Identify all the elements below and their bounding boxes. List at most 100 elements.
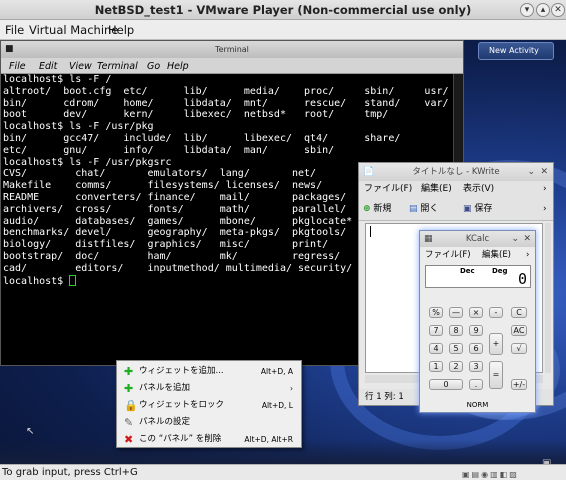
terminal-menu-view[interactable]: View [69,61,92,72]
key-5[interactable]: 5 [449,343,463,354]
kcalc-status: NORM [466,401,489,409]
key-all-clear[interactable]: AC [511,325,527,336]
kwrite-menu-view[interactable]: 表示(V) [463,181,494,197]
menu-item-panel-settings[interactable]: ✎ パネルの設定 [121,414,299,431]
key-negate[interactable]: +/- [511,379,527,390]
save-icon: ▣ [463,204,472,214]
plus-icon: ✚ [124,382,134,395]
open-folder-icon: ▤ [409,204,418,214]
kcalc-titlebar[interactable]: ▦ KCalc ⌄ ✕ [420,231,535,247]
key-decimal[interactable]: . [469,379,483,390]
key-8[interactable]: 8 [449,325,463,336]
kwrite-toolbar-overflow-icon[interactable]: › [543,197,547,221]
kwrite-title: タイトルなし - KWrite [412,167,500,177]
terminal-menu-edit[interactable]: Edit [39,61,57,72]
terminal-menu-file[interactable]: File [9,61,26,72]
key-1[interactable]: 1 [429,361,443,372]
new-document-icon: ⊕ [363,204,371,214]
terminal-menu-terminal[interactable]: Terminal [97,61,138,72]
key-divide[interactable]: — [449,307,463,318]
key-sqrt[interactable]: √ [511,343,527,354]
new-activity-button[interactable]: New Activity [478,42,554,60]
submenu-arrow-icon: › [290,384,293,393]
kcalc-app-icon[interactable]: ▦ [424,231,433,247]
key-4[interactable]: 4 [429,343,443,354]
kwrite-toolbar: ⊕ 新規 ▤ 開く ▣ 保存 › [359,197,553,221]
kwrite-app-icon[interactable]: 📄 [363,163,374,181]
menu-file[interactable]: File [5,23,24,37]
wrench-icon: ✎ [124,416,134,429]
minimize-button[interactable]: ▾ [520,3,534,17]
kcalc-window[interactable]: ▦ KCalc ⌄ ✕ ファイル(F) 編集(E) › Dec Deg 0 % … [419,230,536,413]
kwrite-save-button[interactable]: ▣ 保存 [463,197,492,221]
key-percent[interactable]: % [429,307,443,318]
kwrite-menu-overflow-icon[interactable]: › [543,181,547,197]
kwrite-menu-edit[interactable]: 編集(E) [421,181,452,197]
kwrite-menubar: ファイル(F) 編集(E) 表示(V) › [359,181,553,197]
host-statusbar: To grab input, press Ctrl+G ▣▤◉▥◧▨ [0,464,566,480]
angle-mode-label: Deg [492,267,508,275]
key-7[interactable]: 7 [429,325,443,336]
text-caret [370,226,371,237]
maximize-button[interactable]: ▴ [536,3,550,17]
kwrite-close-icon[interactable]: ✕ [540,163,548,181]
kwrite-vscrollbar[interactable] [545,223,551,373]
menu-item-lock-widgets[interactable]: 🔒 ウィジェットをロック Alt+D, L [121,397,299,414]
menu-virtual-machine[interactable]: Virtual Machine [29,23,118,37]
key-0[interactable]: 0 [429,379,463,390]
window-titlebar: NetBSD_test1 - VMware Player (Non-commer… [0,0,566,20]
plus-icon: ✚ [124,365,134,378]
terminal-menubar: File Edit View Terminal Go Help [1,58,463,74]
key-multiply[interactable]: × [469,307,483,318]
terminal-titlebar[interactable]: ■ Terminal [1,41,463,58]
delete-icon: ✖ [124,433,134,446]
kcalc-title: KCalc [465,234,490,244]
key-plus[interactable]: + [489,333,503,355]
terminal-line: bin/ cdrom/ home/ libdata/ mnt/ rescue/ … [3,97,449,109]
menu-item-remove-panel[interactable]: ✖ この “パネル” を削除 Alt+D, Alt+R [121,431,299,448]
cursor-position: 行 1 列: 1 [365,392,404,402]
kcalc-minimize-icon[interactable]: ⌄ [511,231,519,247]
key-equals[interactable]: = [489,361,503,389]
host-menubar: File Virtual Machine Help [0,20,566,40]
menu-help[interactable]: Help [108,23,134,37]
kcalc-display-value: 0 [517,270,527,288]
terminal-menu-go[interactable]: Go [147,61,160,72]
lock-icon: 🔒 [124,399,138,412]
terminal-line: etc/ gnu/ info/ libdata/ man/ sbin/ [3,144,335,156]
terminal-line: localhost$ ls -F /usr/pkg [3,121,154,133]
grab-input-hint: To grab input, press Ctrl+G [2,467,138,478]
key-2[interactable]: 2 [449,361,463,372]
kwrite-minimize-icon[interactable]: ⌄ [527,163,535,181]
terminal-line: bin/ gcc47/ include/ lib/ libexec/ qt4/ … [3,132,401,144]
key-9[interactable]: 9 [469,325,483,336]
menu-item-add-widgets[interactable]: ✚ ウィジェットを追加... Alt+D, A [121,363,299,380]
key-6[interactable]: 6 [469,343,483,354]
kwrite-new-button[interactable]: ⊕ 新規 [363,197,391,221]
terminal-cursor [69,274,77,286]
kwrite-menu-file[interactable]: ファイル(F) [364,181,412,197]
device-tray-icons[interactable]: ▣▤◉▥◧▨ [462,467,558,479]
kwrite-titlebar[interactable]: 📄 タイトルなし - KWrite ⌄ ✕ [359,163,553,181]
terminal-menu-help[interactable]: Help [167,61,189,72]
kwrite-open-button[interactable]: ▤ 開く [409,197,438,221]
kcalc-close-icon[interactable]: ✕ [523,231,531,247]
key-clear[interactable]: C [511,307,527,318]
terminal-line: localhost$ ls -F / [3,74,112,85]
key-minus[interactable]: - [489,307,503,318]
menu-item-add-panel[interactable]: ✚ パネルを追加 › [121,380,299,397]
kcalc-menu-file[interactable]: ファイル(F) [425,247,471,263]
window-title: NetBSD_test1 - VMware Player (Non-commer… [94,3,472,17]
mouse-pointer-icon: ↖ [26,426,35,437]
terminal-icon[interactable]: ■ [5,41,14,58]
kcalc-menu-edit[interactable]: 編集(E) [482,247,511,263]
kcalc-menubar: ファイル(F) 編集(E) › [420,247,535,263]
terminal-title: Terminal [215,45,249,54]
terminal-prompt: localhost$ [3,275,70,287]
close-button[interactable]: ✕ [551,3,565,17]
kcalc-display: Dec Deg 0 [425,265,531,288]
terminal-line: boot dev/ kern/ libexec/ netbsd* root/ t… [3,109,389,121]
terminal-line: altroot/ boot.cfg etc/ lib/ media/ proc/… [3,85,449,97]
kcalc-menu-overflow-icon[interactable]: › [526,247,529,263]
key-3[interactable]: 3 [469,361,483,372]
